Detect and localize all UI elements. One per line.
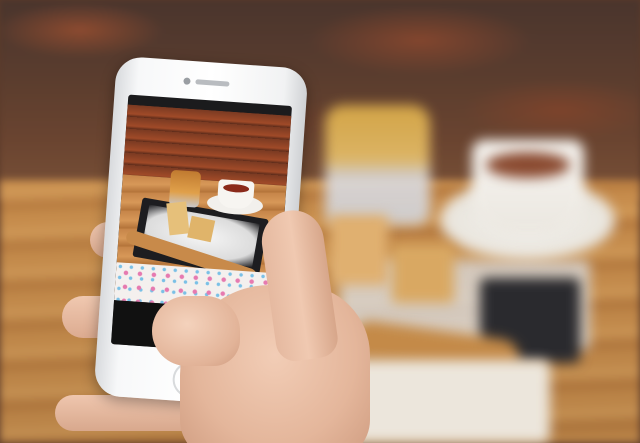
background-cake-slice: [330, 215, 388, 285]
background-tea: [486, 152, 570, 178]
photo-scene: [0, 0, 640, 443]
screen-photo-cake-slice: [166, 201, 190, 236]
screen-photo-cake-slice: [187, 215, 216, 243]
phone-camera-icon: [183, 77, 191, 85]
screen-photo-brick-wall: [122, 104, 292, 186]
background-cake-slice: [392, 245, 454, 303]
background-honey-jar: [325, 105, 430, 225]
phone-speaker: [195, 79, 230, 87]
hand-finger: [152, 296, 240, 366]
